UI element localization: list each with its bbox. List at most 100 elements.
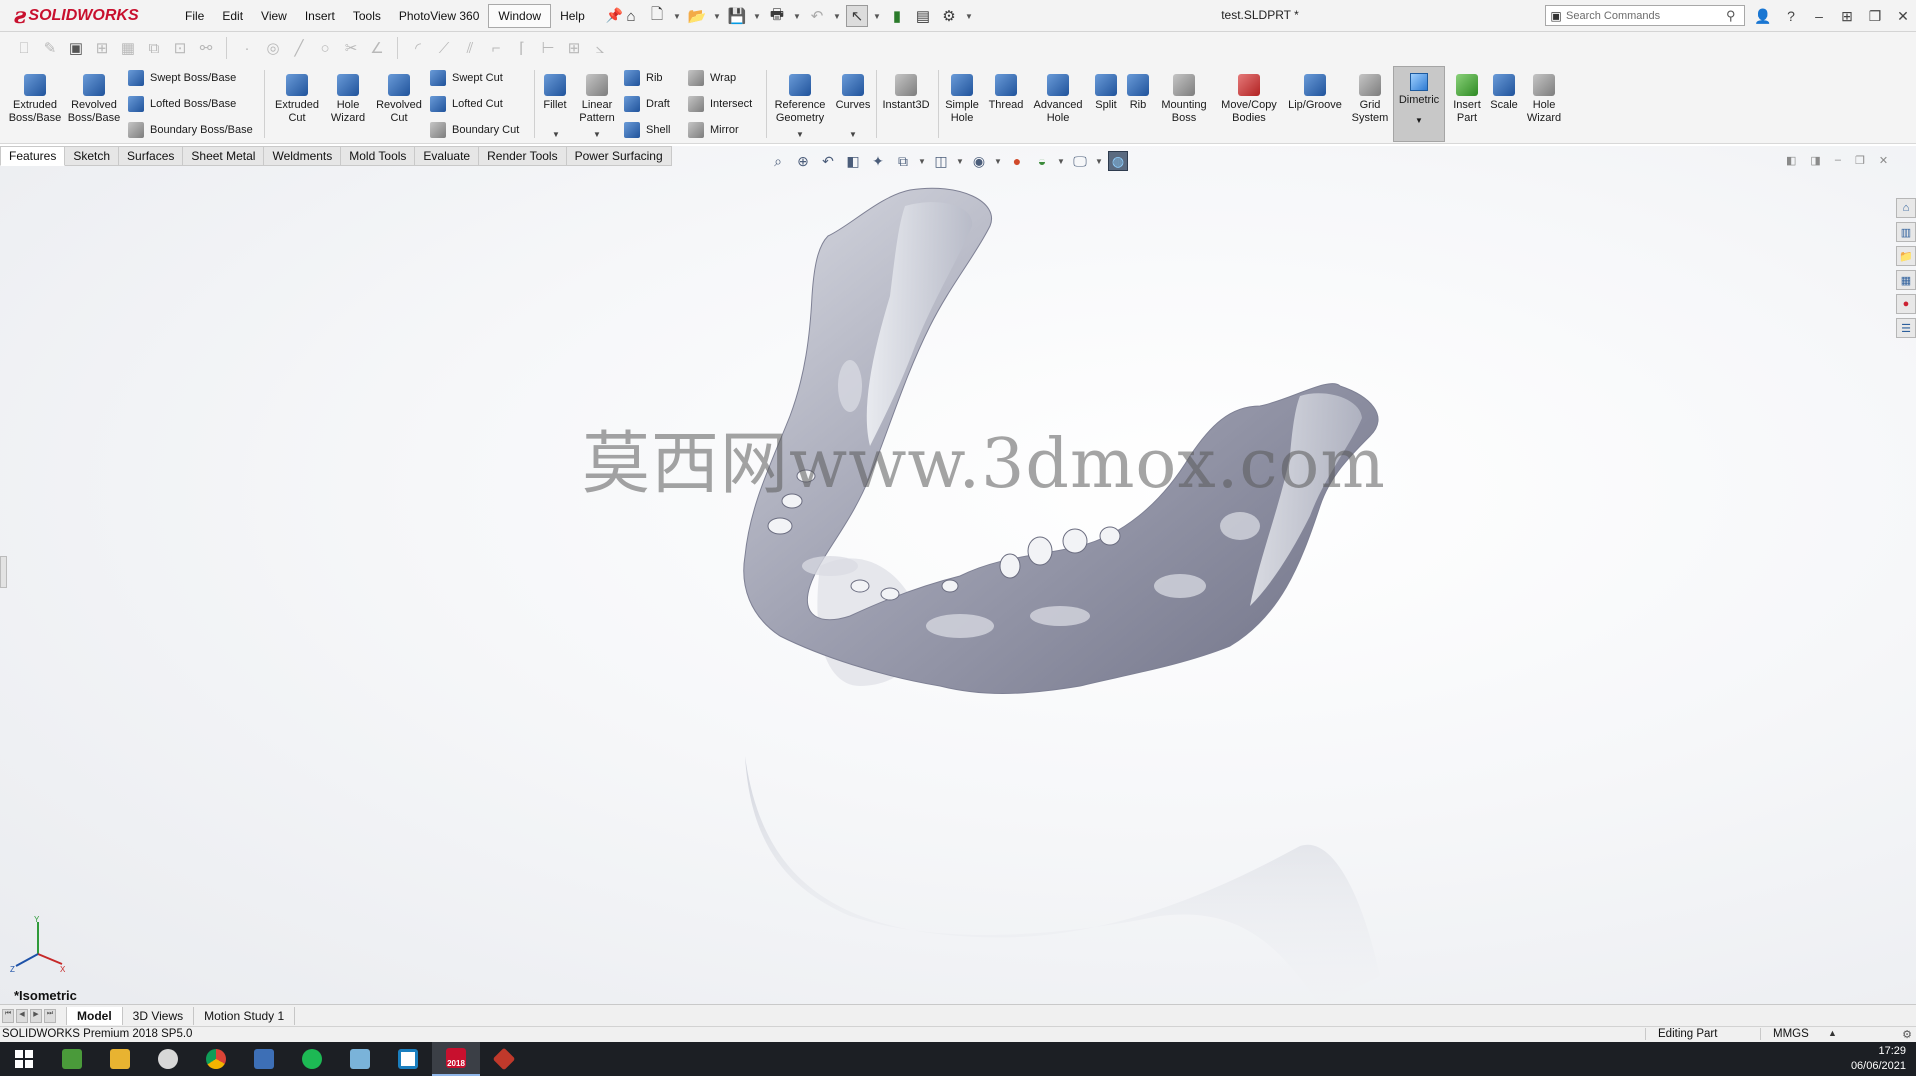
chevron-down-icon[interactable]: ▼ bbox=[792, 5, 802, 27]
menu-file[interactable]: File bbox=[176, 5, 213, 27]
view-orientation-icon[interactable]: ⧉ bbox=[893, 151, 913, 171]
options-gear-icon[interactable]: ⚙ bbox=[938, 5, 960, 27]
hole-wizard-secondary-button[interactable]: Hole Wizard bbox=[1522, 74, 1566, 125]
chevron-down-icon[interactable]: ▼ bbox=[752, 5, 762, 27]
sketch-circle-icon[interactable]: ◎ bbox=[263, 38, 283, 58]
system-clock[interactable]: 17:29 06/06/2021 bbox=[1851, 1044, 1906, 1074]
dimetric-view-button[interactable]: Dimetric ▼ bbox=[1393, 66, 1445, 142]
sketch-angle-icon[interactable]: ∠ bbox=[367, 38, 387, 58]
open-folder-icon[interactable]: 📂 bbox=[686, 5, 708, 27]
sketch-grid-icon[interactable]: ⊞ bbox=[92, 38, 112, 58]
rebuild-icon[interactable]: ▮ bbox=[886, 5, 908, 27]
advanced-hole-button[interactable]: Advanced Hole bbox=[1030, 74, 1086, 125]
swept-cut-button[interactable]: Swept Cut bbox=[430, 70, 503, 86]
chevron-down-icon[interactable]: ▼ bbox=[796, 130, 804, 139]
viewport-split-right-icon[interactable]: ◨ bbox=[1810, 154, 1820, 167]
feature-manager-handle[interactable] bbox=[0, 556, 7, 588]
tab-mold-tools[interactable]: Mold Tools bbox=[341, 146, 416, 166]
solidworks-logo[interactable]: ƨ SOLIDWORKS bbox=[0, 0, 154, 32]
prev-tab-icon[interactable]: ◀ bbox=[16, 1008, 28, 1023]
last-tab-icon[interactable]: ⏭ bbox=[44, 1008, 56, 1023]
insert-part-button[interactable]: Insert Part bbox=[1450, 74, 1484, 125]
search-icon[interactable]: ⚲ bbox=[1726, 8, 1744, 24]
sketch-image-icon[interactable]: ▣ bbox=[66, 38, 86, 58]
tab-motion-study[interactable]: Motion Study 1 bbox=[194, 1006, 296, 1025]
extruded-cut-button[interactable]: Extruded Cut bbox=[270, 74, 324, 125]
split-button[interactable]: Split bbox=[1090, 74, 1122, 112]
undo-icon[interactable]: ↶ bbox=[806, 5, 828, 27]
next-tab-icon[interactable]: ▶ bbox=[30, 1008, 42, 1023]
tab-sketch[interactable]: Sketch bbox=[65, 146, 120, 166]
graphics-area[interactable]: ⌕ ⊕ ↶ ◧ ✦ ⧉ ▼ ◫ ▼ ◉ ▼ ● ◒ ▼ 🖵 ▼ ◍ ◧ ◨ – … bbox=[0, 146, 1916, 1008]
viewport-minimize-icon[interactable]: – bbox=[1835, 154, 1841, 167]
boundary-boss-button[interactable]: Boundary Boss/Base bbox=[128, 122, 253, 138]
move-copy-bodies-button[interactable]: Move/Copy Bodies bbox=[1216, 74, 1282, 125]
sketch-snap-icon[interactable]: ⊡ bbox=[170, 38, 190, 58]
boundary-cut-button[interactable]: Boundary Cut bbox=[430, 122, 519, 138]
instant3d-button[interactable]: Instant3D bbox=[878, 74, 934, 112]
taskbar-calculator[interactable] bbox=[240, 1042, 288, 1076]
taskbar-app-blue[interactable] bbox=[336, 1042, 384, 1076]
sketch-block-icon[interactable]: ▦ bbox=[118, 38, 138, 58]
tab-sheet-metal[interactable]: Sheet Metal bbox=[183, 146, 265, 166]
lip-groove-button[interactable]: Lip/Groove bbox=[1284, 74, 1346, 112]
edit-appearance-icon[interactable]: ● bbox=[1007, 151, 1027, 171]
menu-insert[interactable]: Insert bbox=[296, 5, 344, 27]
previous-view-icon[interactable]: ↶ bbox=[818, 151, 838, 171]
simple-hole-button[interactable]: Simple Hole bbox=[942, 74, 982, 125]
close-icon[interactable]: ✕ bbox=[1892, 8, 1914, 25]
realview-graphics-icon[interactable]: ◍ bbox=[1108, 151, 1128, 171]
display-style-icon[interactable]: ◫ bbox=[931, 151, 951, 171]
search-input[interactable]: Search Commands bbox=[1566, 10, 1726, 22]
search-commands-box[interactable]: ▣ Search Commands ⚲ bbox=[1545, 5, 1745, 26]
lofted-cut-button[interactable]: Lofted Cut bbox=[430, 96, 503, 112]
sketch-fillet-icon[interactable]: ◜ bbox=[408, 38, 428, 58]
apply-scene-icon[interactable]: ◒ bbox=[1032, 151, 1052, 171]
view-palette-icon[interactable]: ▦ bbox=[1896, 270, 1916, 290]
sketch-relation-icon[interactable]: ⚯ bbox=[196, 38, 216, 58]
menu-help[interactable]: Help bbox=[551, 5, 594, 27]
chevron-down-icon[interactable]: ▼ bbox=[552, 130, 560, 139]
chevron-down-icon[interactable]: ▼ bbox=[593, 130, 601, 139]
tab-features[interactable]: Features bbox=[0, 146, 66, 166]
taskbar-app-red[interactable] bbox=[480, 1042, 528, 1076]
help-question-icon[interactable]: ? bbox=[1780, 8, 1802, 24]
viewport-split-left-icon[interactable]: ◧ bbox=[1786, 154, 1796, 167]
scale-button[interactable]: Scale bbox=[1488, 74, 1520, 112]
thread-button[interactable]: Thread bbox=[984, 74, 1028, 112]
shell-button[interactable]: Shell bbox=[624, 122, 670, 138]
revolved-boss-button[interactable]: Revolved Boss/Base bbox=[66, 74, 122, 125]
sketch-edit-icon[interactable]: ✎ bbox=[40, 38, 60, 58]
unit-system[interactable]: MMGS bbox=[1760, 1028, 1809, 1040]
taskbar-notepad[interactable] bbox=[48, 1042, 96, 1076]
chevron-down-icon[interactable]: ▼ bbox=[1394, 116, 1444, 125]
taskbar-paint[interactable] bbox=[144, 1042, 192, 1076]
home-icon[interactable]: ⌂ bbox=[620, 5, 642, 27]
sketch-copy-icon[interactable]: ⧉ bbox=[144, 38, 164, 58]
custom-properties-icon[interactable]: ☰ bbox=[1896, 318, 1916, 338]
extruded-boss-button[interactable]: Extruded Boss/Base bbox=[8, 74, 62, 125]
tab-power-surfacing[interactable]: Power Surfacing bbox=[566, 146, 672, 166]
sketch-pattern-icon[interactable]: ⊞ bbox=[564, 38, 584, 58]
tab-model[interactable]: Model bbox=[66, 1006, 123, 1025]
sketch-extend-icon[interactable]: ⟋ bbox=[434, 38, 454, 58]
sketch-trim-icon[interactable]: ✂ bbox=[341, 38, 361, 58]
rib-button[interactable]: Rib bbox=[624, 70, 663, 86]
sketch-convert-icon[interactable]: ⌈ bbox=[512, 38, 532, 58]
viewport-close-icon[interactable]: ✕ bbox=[1879, 154, 1888, 167]
tab-weldments[interactable]: Weldments bbox=[264, 146, 342, 166]
solidworks-resources-icon[interactable]: ⌂ bbox=[1896, 198, 1916, 218]
sketch-corner-icon[interactable]: ⌐ bbox=[486, 38, 506, 58]
zoom-to-area-icon[interactable]: ⊕ bbox=[793, 151, 813, 171]
rib-secondary-button[interactable]: Rib bbox=[1124, 74, 1152, 112]
taskbar-chrome[interactable] bbox=[192, 1042, 240, 1076]
save-icon[interactable]: 💾 bbox=[726, 5, 748, 27]
menu-view[interactable]: View bbox=[252, 5, 296, 27]
zoom-to-fit-icon[interactable]: ⌕ bbox=[768, 151, 788, 171]
menu-edit[interactable]: Edit bbox=[213, 5, 252, 27]
taskbar-file-explorer[interactable] bbox=[96, 1042, 144, 1076]
appearances-icon[interactable]: ● bbox=[1896, 294, 1916, 314]
chevron-down-icon[interactable]: ▼ bbox=[1057, 151, 1065, 171]
hole-wizard-button[interactable]: Hole Wizard bbox=[324, 74, 372, 125]
section-view-icon[interactable]: ◧ bbox=[843, 151, 863, 171]
